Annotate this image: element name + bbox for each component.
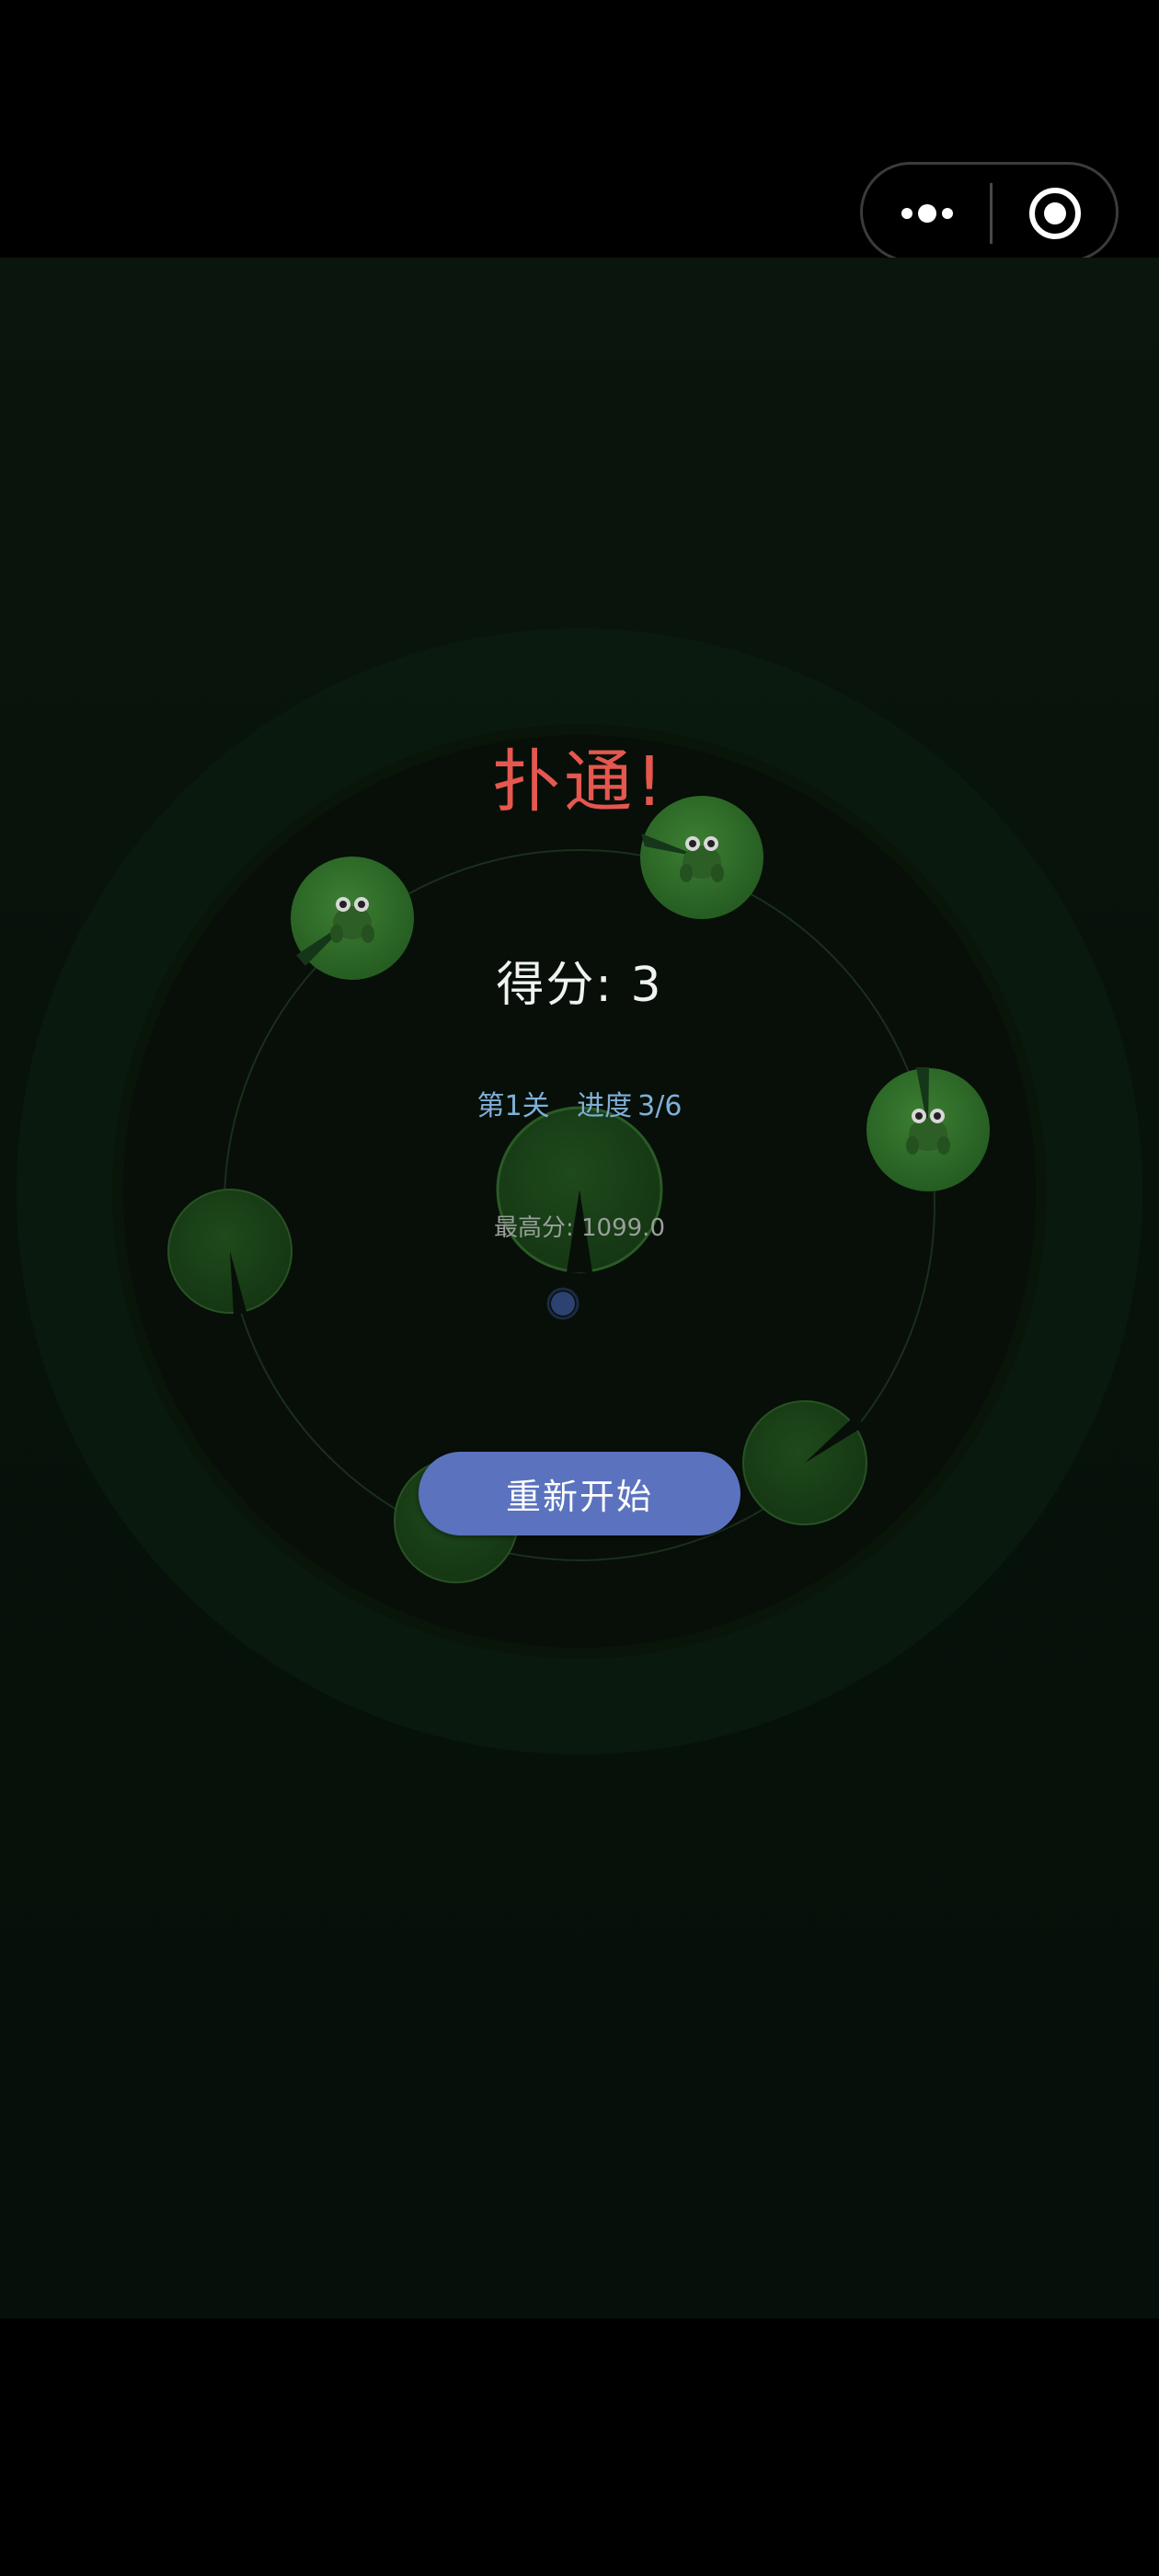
more-dots-icon (901, 203, 953, 223)
score-display: 得分: 3 (0, 946, 1159, 1015)
top-status-bar (0, 0, 1159, 262)
lily-pad-center (496, 1106, 663, 1273)
restart-button[interactable]: 重新开始 (419, 1452, 740, 1535)
more-menu-button[interactable] (865, 167, 990, 259)
result-title: 扑通! (492, 742, 667, 822)
game-canvas[interactable]: 扑通! 得分: 3 第1关 进度 3/6 最高分: 1099.0 重新开始 (0, 258, 1159, 2318)
score-value: 3 (630, 958, 663, 1013)
bottom-bar (0, 2318, 1159, 2576)
best-label: 最高分: (493, 1214, 574, 1242)
progress-value: 3/6 (637, 1090, 683, 1122)
target-circle-icon (1029, 187, 1081, 239)
mini-program-capsule (860, 162, 1119, 262)
progress-label: 进度 (577, 1090, 633, 1122)
pond (17, 628, 1142, 1754)
score-label: 得分: (496, 958, 614, 1013)
close-mini-program-button[interactable] (993, 167, 1118, 259)
splash-ripple (546, 1287, 580, 1320)
progress-info: 进度 3/6 (577, 1090, 682, 1122)
best-score: 最高分: 1099.0 (0, 1209, 1159, 1243)
level-label: 第1关 (476, 1090, 550, 1122)
best-value: 1099.0 (581, 1214, 665, 1242)
game-screen: 扑通! 得分: 3 第1关 进度 3/6 最高分: 1099.0 重新开始 (0, 0, 1159, 2576)
level-progress: 第1关 进度 3/6 (0, 1083, 1159, 1123)
lily-pad-empty (742, 1400, 867, 1525)
